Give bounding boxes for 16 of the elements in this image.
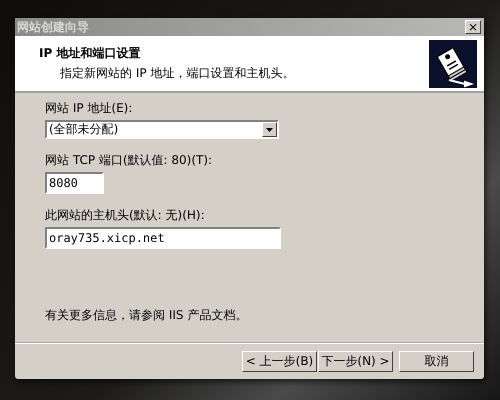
- field-label: 网站 TCP 端口(默认值: 80)(T):: [45, 152, 214, 169]
- next-button[interactable]: 下一步(N) >: [318, 351, 393, 372]
- close-button[interactable]: ×: [465, 20, 481, 34]
- field-label: 网站 IP 地址(E):: [45, 100, 134, 117]
- info-text: 有关更多信息，请参阅 IIS 产品文档。: [45, 307, 248, 324]
- book-plug-icon: [429, 40, 477, 88]
- field-label: 此网站的主机头(默认: 无)(H):: [45, 207, 206, 224]
- back-button[interactable]: < 上一步(B): [242, 351, 317, 372]
- window-title: 网站创建向导: [17, 18, 89, 36]
- ip-address-dropdown[interactable]: (全部未分配): [45, 120, 279, 139]
- cancel-button[interactable]: 取消: [399, 351, 474, 372]
- input-field[interactable]: oray735.xicp.net: [45, 227, 281, 249]
- header-subtitle: 指定新网站的 IP 地址，端口设置和主机头。: [59, 65, 294, 82]
- input-field[interactable]: 8080: [45, 172, 104, 194]
- dropdown-arrow-icon: [266, 128, 273, 132]
- header-title: IP 地址和端口设置: [39, 45, 142, 62]
